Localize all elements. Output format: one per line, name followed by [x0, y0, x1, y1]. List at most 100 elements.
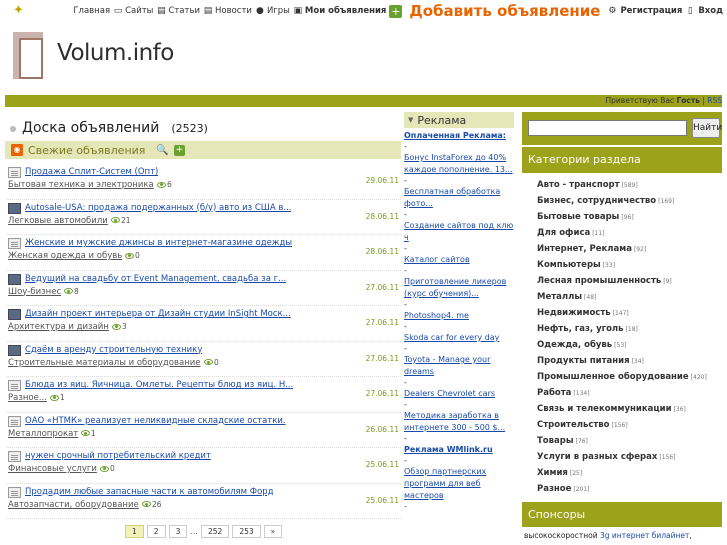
pager-page[interactable]: 252: [200, 525, 230, 538]
ad-category-link[interactable]: Металлопрокат: [8, 429, 78, 439]
ad-category-link[interactable]: Легковые автомобили: [8, 216, 108, 226]
ad-category-link[interactable]: Разное...: [8, 393, 47, 403]
add-ad-icon[interactable]: +: [173, 144, 185, 156]
login-link[interactable]: Вход: [698, 6, 723, 16]
category-item[interactable]: Нефть, газ, уголь [18]: [522, 321, 727, 337]
rss-link[interactable]: RSS: [707, 96, 722, 105]
ad-category-link[interactable]: Женская одежда и обувь: [8, 251, 122, 261]
category-item[interactable]: Разное [201]: [522, 481, 727, 497]
nav-link-4[interactable]: ● Игры: [255, 6, 290, 16]
ad-document-icon[interactable]: [8, 415, 21, 427]
category-item[interactable]: Услуги в разных сферах [156]: [522, 449, 727, 465]
ad-title-link[interactable]: ОАО «НТМК» реализует неликвидные складск…: [25, 416, 286, 426]
pager-page[interactable]: 2: [146, 525, 166, 538]
fresh-ads-label: Свежие объявления: [28, 143, 146, 157]
category-item[interactable]: Бизнес, сотрудничество [169]: [522, 193, 727, 209]
nav-link-0[interactable]: Главная: [73, 6, 110, 16]
ad-title-link[interactable]: Женские и мужские джинсы в интернет-мага…: [25, 238, 292, 248]
ad-document-icon[interactable]: [8, 380, 21, 391]
ads-column-link[interactable]: Toyota - Manage your dreams: [404, 354, 516, 378]
ads-column-link[interactable]: Создание сайтов под клю ч: [404, 220, 516, 244]
add-ad-link[interactable]: Добавить объявление: [409, 2, 600, 20]
site-logo[interactable]: Volum.info: [13, 32, 183, 82]
ad-photo-thumbnail[interactable]: [8, 309, 21, 320]
nav-link-3[interactable]: ▤ Новости: [203, 6, 252, 16]
nav-link-1[interactable]: ▭ Сайты: [113, 6, 154, 16]
ads-column-link[interactable]: Каталог сайтов: [404, 254, 516, 266]
ad-title-link[interactable]: Дизайн проект интерьера от Дизайн студии…: [25, 309, 291, 319]
category-item[interactable]: Товары [76]: [522, 433, 727, 449]
ad-views-count: 1: [91, 428, 96, 438]
ad-title-link[interactable]: Ведущий на свадьбу от Event Management, …: [25, 274, 286, 284]
category-item[interactable]: Интернет, Реклама [92]: [522, 241, 727, 257]
ad-photo-thumbnail[interactable]: [8, 344, 21, 356]
ad-title-link[interactable]: Autosale-USA: продажа подержанных (б/у) …: [25, 203, 291, 213]
nav-link-2[interactable]: ▤ Статьи: [156, 6, 200, 16]
ad-document-icon[interactable]: [8, 451, 21, 462]
rss-icon[interactable]: ◉: [11, 144, 23, 156]
ad-photo-thumbnail[interactable]: [8, 273, 21, 285]
ad-title-link[interactable]: нужен срочный потребительский кредит: [25, 451, 211, 461]
ad-row: Сдаём в аренду строительную технику 27.06…: [7, 342, 401, 377]
register-link[interactable]: Регистрация: [620, 6, 682, 16]
pager-page[interactable]: 253: [232, 525, 261, 538]
pager-page[interactable]: 3: [168, 525, 188, 538]
ad-category-link[interactable]: Строительные материалы и оборудование: [8, 358, 201, 368]
ad-row: Продажа Сплит-Систем (Опт) 29.06.11 Бытова…: [7, 164, 401, 200]
ad-title-link[interactable]: Продажа Сплит-Систем (Опт): [25, 167, 158, 177]
category-item[interactable]: Одежда, обувь [53]: [522, 337, 727, 353]
ad-date: 28.06.11: [365, 211, 399, 221]
category-item[interactable]: Связь и телекоммуникации [36]: [522, 401, 727, 417]
star-icon[interactable]: ✦: [13, 3, 24, 18]
ads-column-link[interactable]: Оплаченная Реклама:: [404, 130, 516, 142]
category-count: [33]: [602, 262, 616, 269]
category-item[interactable]: Химия [25]: [522, 465, 727, 481]
ad-category-link[interactable]: Автозапчасти, оборудование: [8, 500, 139, 510]
category-item[interactable]: Металлы [48]: [522, 289, 727, 305]
ad-title-link[interactable]: Продадим любые запасные части к автомоби…: [25, 487, 274, 497]
ad-category-link[interactable]: Архитектура и дизайн: [8, 322, 109, 332]
ads-column-link[interactable]: Бесплатная обработка фото...: [404, 186, 516, 210]
nav-link-5[interactable]: ▣ Мои объявления: [293, 6, 387, 16]
ad-category-link[interactable]: Бытовая техника и электроника: [8, 180, 154, 190]
ads-column-link[interactable]: Бонус InstaForex до 40% каждое пополнени…: [404, 152, 516, 176]
eye-icon: [112, 323, 121, 330]
ads-column-link[interactable]: Skoda car for every day: [404, 332, 516, 344]
ad-photo-thumbnail[interactable]: [8, 202, 21, 214]
search-input[interactable]: [528, 120, 687, 136]
articles-icon: ▤: [157, 6, 166, 16]
category-item[interactable]: Работа [134]: [522, 385, 727, 401]
sponsor-link[interactable]: 3g интернет билайнет: [600, 531, 689, 540]
ads-column-link[interactable]: Методика заработка в интернете 300 - 500…: [404, 410, 516, 434]
ads-column-link[interactable]: Photoshop4. me: [404, 310, 516, 322]
ad-document-icon[interactable]: [8, 486, 21, 498]
category-item[interactable]: Промышленное оборудование [420]: [522, 369, 727, 385]
add-ad-icon[interactable]: +: [389, 4, 403, 18]
ad-category-link[interactable]: Шоу-бизнес: [8, 287, 61, 297]
ad-date: 27.06.11: [365, 353, 399, 363]
category-item[interactable]: Компьютеры [33]: [522, 257, 727, 273]
ad-views: 1: [50, 393, 65, 402]
ad-document-icon[interactable]: [8, 167, 21, 178]
ad-title-link[interactable]: Блюда из яиц. Яичница. Омлеты. Рецепты б…: [25, 380, 293, 390]
ads-column-link[interactable]: Обзор партнерских программ для веб масте…: [404, 466, 516, 502]
ads-column-link[interactable]: Приготовление ликеров (курс обучения)...: [404, 276, 516, 300]
ads-column-link[interactable]: Реклама WMlink.ru: [404, 444, 516, 456]
category-item[interactable]: Строительство [156]: [522, 417, 727, 433]
category-item[interactable]: Лесная промышленность [9]: [522, 273, 727, 289]
pager-page[interactable]: 1: [125, 525, 144, 538]
category-item[interactable]: Авто - транспорт [589]: [522, 177, 727, 193]
ad-category-link[interactable]: Финансовые услуги: [8, 464, 97, 474]
category-item[interactable]: Недвижимость [147]: [522, 305, 727, 321]
pager-page[interactable]: »: [263, 525, 283, 538]
category-item[interactable]: Бытовые товары [96]: [522, 209, 727, 225]
ads-column-link[interactable]: Dealers Chevrolet cars: [404, 388, 516, 400]
search-icon[interactable]: 🔍: [156, 145, 168, 156]
category-item[interactable]: Для офиса [11]: [522, 225, 727, 241]
category-item[interactable]: Продукты питания [34]: [522, 353, 727, 369]
ads-separator: -: [404, 300, 407, 309]
search-button[interactable]: Найти: [692, 118, 722, 138]
category-name: Компьютеры: [537, 260, 601, 270]
ad-document-icon[interactable]: [8, 238, 21, 249]
ad-title-link[interactable]: Сдаём в аренду строительную технику: [25, 345, 202, 355]
